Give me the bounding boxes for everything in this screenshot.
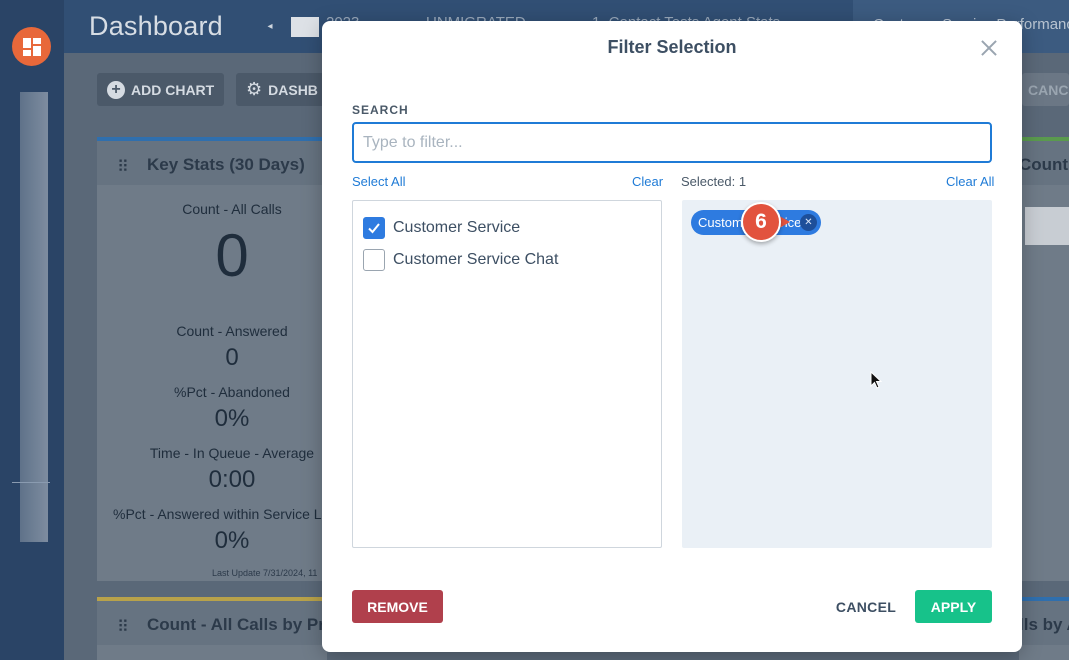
selected-count: Selected: 1 bbox=[681, 174, 747, 189]
options-list: Customer Service Customer Service Chat bbox=[352, 200, 662, 548]
add-chart-button[interactable]: + ADD CHART bbox=[97, 73, 225, 106]
remove-button[interactable]: REMOVE bbox=[352, 590, 443, 623]
dashboard-settings-label: DASHB bbox=[268, 81, 318, 98]
apply-button[interactable]: APPLY bbox=[915, 590, 992, 623]
list-item[interactable]: Customer Service Chat bbox=[363, 248, 558, 272]
clear-all-link[interactable]: Clear All bbox=[946, 174, 994, 189]
selected-items-panel: Customer Service ✕ bbox=[682, 200, 992, 548]
drag-handle-icon[interactable]: ⠿ bbox=[117, 157, 130, 177]
collapse-arrow-icon[interactable]: ◂ bbox=[260, 0, 280, 53]
card-title: Count - bbox=[1019, 155, 1069, 174]
last-update: Last Update 7/31/2024, 11 bbox=[212, 568, 318, 578]
page-title: Dashboard bbox=[89, 11, 223, 41]
cancel-edit-label: CANCE bbox=[1028, 81, 1069, 98]
card-body: Count - All Calls 0 Count - Answered 0 %… bbox=[97, 185, 327, 581]
checkbox-unchecked[interactable] bbox=[363, 249, 385, 271]
chip-remove-icon[interactable]: ✕ bbox=[800, 214, 817, 231]
plus-icon: + bbox=[107, 80, 125, 99]
add-chart-label: ADD CHART bbox=[131, 81, 215, 98]
right-calls-card: lls by A bbox=[1019, 597, 1069, 660]
select-all-link[interactable]: Select All bbox=[352, 174, 405, 189]
card-header: ⠿ Count - All Calls by Prin bbox=[97, 601, 340, 645]
card-title: lls by A bbox=[1019, 615, 1069, 634]
rail-scrollbar[interactable] bbox=[20, 92, 48, 542]
card-header: ⠿ Key Stats (30 Days) bbox=[97, 141, 327, 185]
card-thumbnail bbox=[1025, 207, 1069, 245]
drag-handle-icon[interactable]: ⠿ bbox=[117, 617, 130, 637]
modal-title: Filter Selection bbox=[607, 37, 737, 57]
checkbox-checked[interactable] bbox=[363, 217, 385, 239]
gear-icon: ⚙ bbox=[246, 79, 263, 99]
card-title: Key Stats (30 Days) bbox=[147, 155, 305, 174]
close-icon[interactable] bbox=[978, 37, 1000, 59]
option-label: Customer Service bbox=[393, 219, 521, 236]
filter-selection-modal: Filter Selection SEARCH Select All Clear… bbox=[322, 21, 1022, 652]
tab-thumbnail bbox=[291, 17, 319, 37]
search-label: SEARCH bbox=[352, 103, 409, 117]
card-title: Count - All Calls by Prin bbox=[147, 615, 340, 634]
left-rail bbox=[0, 0, 64, 660]
cancel-button[interactable]: CANCEL bbox=[827, 590, 905, 623]
step-callout-badge: 6 bbox=[741, 202, 790, 242]
rail-divider bbox=[12, 482, 50, 483]
option-label: Customer Service Chat bbox=[393, 251, 559, 268]
dashboard-logo-icon[interactable] bbox=[12, 27, 51, 66]
checkmark-icon bbox=[368, 223, 380, 234]
clear-link[interactable]: Clear bbox=[632, 174, 663, 189]
card-header: Count - bbox=[1019, 141, 1069, 185]
mouse-cursor-icon bbox=[870, 371, 882, 389]
right-count-card: Count - bbox=[1019, 137, 1069, 581]
step-number: 6 bbox=[741, 202, 781, 242]
key-stats-card: ⠿ Key Stats (30 Days) Count - All Calls … bbox=[97, 137, 327, 581]
search-input[interactable] bbox=[352, 122, 992, 163]
cancel-edit-button[interactable]: CANCE bbox=[1022, 73, 1069, 106]
grid-icon bbox=[22, 37, 41, 56]
card-header: lls by A bbox=[1019, 601, 1069, 645]
list-item[interactable]: Customer Service bbox=[363, 216, 520, 240]
dashboard-settings-button[interactable]: ⚙ DASHB bbox=[236, 73, 326, 106]
calls-by-priority-card: ⠿ Count - All Calls by Prin bbox=[97, 597, 340, 660]
